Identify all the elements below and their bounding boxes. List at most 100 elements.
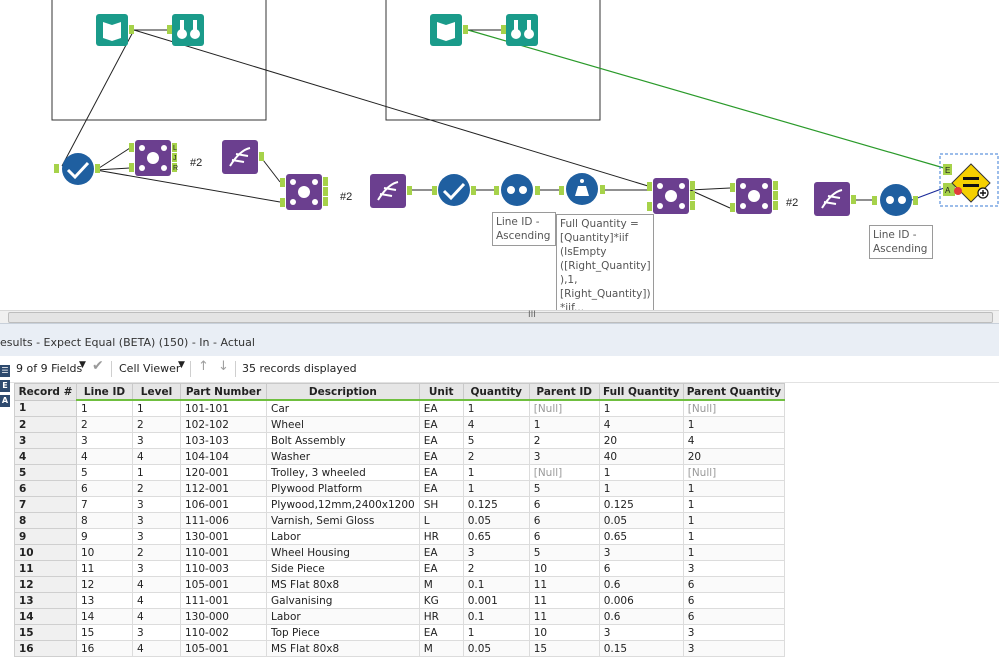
table-row[interactable]: 10 10 2 110-001 Wheel Housing EA 3 5 3 1 xyxy=(14,544,786,561)
table-cell[interactable]: 111-006 xyxy=(180,512,267,529)
table-cell[interactable]: 4 xyxy=(132,640,181,657)
table-cell[interactable]: 2 xyxy=(132,544,181,561)
multi-row-formula-tool[interactable] xyxy=(370,174,412,208)
table-cell[interactable]: 101-101 xyxy=(180,399,267,417)
table-cell[interactable]: 9 xyxy=(76,528,133,545)
table-cell[interactable]: 1 xyxy=(682,496,786,513)
table-cell[interactable]: 1 xyxy=(682,528,786,545)
table-cell[interactable]: 10 xyxy=(76,544,133,561)
table-cell[interactable]: 0.15 xyxy=(598,640,684,657)
table-cell[interactable]: 6 xyxy=(76,480,133,497)
join-tool[interactable] xyxy=(730,178,778,214)
table-cell[interactable]: 1 xyxy=(462,464,530,481)
table-cell[interactable]: 3 xyxy=(132,528,181,545)
table-cell[interactable]: 20 xyxy=(598,432,684,449)
table-cell[interactable]: 40 xyxy=(598,448,684,465)
table-cell[interactable]: 0.6 xyxy=(598,576,684,593)
input-data-tool[interactable] xyxy=(430,14,468,46)
table-row[interactable]: 9 9 3 130-001 Labor HR 0.65 6 0.65 1 xyxy=(14,528,786,545)
table-row[interactable]: 12 12 4 105-001 MS Flat 80x8 M 0.1 11 0.6 6 xyxy=(14,576,786,593)
table-cell[interactable]: HR xyxy=(418,528,464,545)
table-cell[interactable]: 10 xyxy=(528,560,600,577)
table-cell[interactable]: 3 xyxy=(528,448,600,465)
cell-viewer-selector[interactable]: Cell Viewer xyxy=(119,362,180,375)
checkmark-icon[interactable]: ✔ xyxy=(92,358,104,374)
record-number[interactable]: 6 xyxy=(14,480,77,497)
table-cell[interactable]: Plywood,12mm,2400x1200 xyxy=(266,496,420,513)
table-cell[interactable]: EA xyxy=(418,448,464,465)
table-cell[interactable]: Plywood Platform xyxy=(266,480,420,497)
table-cell[interactable]: L xyxy=(418,512,464,529)
column-header[interactable]: Full Quantity xyxy=(598,383,684,401)
table-cell[interactable]: 106-001 xyxy=(180,496,267,513)
table-cell[interactable]: 3 xyxy=(682,560,786,577)
multi-row-formula-tool[interactable] xyxy=(222,140,264,174)
table-cell[interactable]: HR xyxy=(418,608,464,625)
table-cell[interactable]: Car xyxy=(266,399,420,417)
table-cell[interactable]: 16 xyxy=(76,640,133,657)
table-cell[interactable]: 2 xyxy=(132,480,181,497)
table-cell[interactable]: 3 xyxy=(132,432,181,449)
table-cell[interactable]: 13 xyxy=(76,592,133,609)
table-cell[interactable]: 4 xyxy=(682,432,786,449)
table-cell[interactable]: EA xyxy=(418,399,464,417)
table-cell[interactable]: 15 xyxy=(528,640,600,657)
column-header[interactable]: Parent Quantity xyxy=(682,383,786,401)
table-cell[interactable]: EA xyxy=(418,560,464,577)
arrow-up-icon[interactable]: ↑ xyxy=(198,359,209,374)
menu-icon[interactable]: ☰ xyxy=(0,365,10,377)
table-row[interactable]: 6 6 2 112-001 Plywood Platform EA 1 5 1 1 xyxy=(14,480,786,497)
table-cell[interactable]: 0.65 xyxy=(598,528,684,545)
table-cell[interactable]: 2 xyxy=(462,448,530,465)
table-cell[interactable]: 1 xyxy=(682,416,786,433)
table-cell[interactable]: Varnish, Semi Gloss xyxy=(266,512,420,529)
table-cell[interactable]: 1 xyxy=(598,399,684,417)
select-tool[interactable] xyxy=(432,174,476,206)
formula-tool[interactable] xyxy=(559,173,605,205)
table-row[interactable]: 11 11 3 110-003 Side Piece EA 2 10 6 3 xyxy=(14,560,786,577)
table-cell[interactable]: 110-001 xyxy=(180,544,267,561)
table-cell[interactable]: 1 xyxy=(598,480,684,497)
table-cell[interactable]: [Null] xyxy=(528,464,600,481)
table-cell[interactable]: MS Flat 80x8 xyxy=(266,576,420,593)
table-row[interactable]: 7 7 3 106-001 Plywood,12mm,2400x1200 SH 0.125 6… xyxy=(14,496,786,513)
table-cell[interactable]: 0.65 xyxy=(462,528,530,545)
record-number[interactable]: 2 xyxy=(14,416,77,433)
sort-tool[interactable] xyxy=(494,174,540,206)
column-header[interactable]: Line ID xyxy=(76,383,133,401)
table-cell[interactable]: M xyxy=(418,640,464,657)
table-cell[interactable]: 1 xyxy=(682,544,786,561)
table-cell[interactable]: Side Piece xyxy=(266,560,420,577)
table-cell[interactable]: 20 xyxy=(682,448,786,465)
table-cell[interactable]: 8 xyxy=(76,512,133,529)
table-cell[interactable]: SH xyxy=(418,496,464,513)
table-cell[interactable]: 0.001 xyxy=(462,592,530,609)
table-cell[interactable]: EA xyxy=(418,432,464,449)
table-cell[interactable]: 1 xyxy=(132,399,181,417)
table-cell[interactable]: Wheel Housing xyxy=(266,544,420,561)
table-cell[interactable]: 2 xyxy=(132,416,181,433)
table-cell[interactable]: 1 xyxy=(76,399,133,417)
table-cell[interactable]: 11 xyxy=(76,560,133,577)
record-number[interactable]: 7 xyxy=(14,496,77,513)
table-cell[interactable]: 104-104 xyxy=(180,448,267,465)
sort-tool[interactable] xyxy=(872,184,918,216)
table-cell[interactable]: Trolley, 3 wheeled xyxy=(266,464,420,481)
table-cell[interactable]: 5 xyxy=(462,432,530,449)
table-cell[interactable]: 1 xyxy=(462,624,530,641)
table-cell[interactable]: 0.05 xyxy=(462,640,530,657)
multi-row-formula-tool[interactable] xyxy=(814,182,856,216)
table-cell[interactable]: 6 xyxy=(598,560,684,577)
table-cell[interactable]: Washer xyxy=(266,448,420,465)
table-cell[interactable]: Top Piece xyxy=(266,624,420,641)
table-cell[interactable]: EA xyxy=(418,544,464,561)
column-header[interactable]: Quantity xyxy=(462,383,530,401)
table-cell[interactable]: 3 xyxy=(132,560,181,577)
table-cell[interactable]: 3 xyxy=(76,432,133,449)
record-number[interactable]: 16 xyxy=(14,640,77,657)
table-cell[interactable]: EA xyxy=(418,416,464,433)
table-cell[interactable]: 110-002 xyxy=(180,624,267,641)
column-header[interactable]: Description xyxy=(266,383,420,401)
table-cell[interactable]: Bolt Assembly xyxy=(266,432,420,449)
table-cell[interactable]: 105-001 xyxy=(180,576,267,593)
